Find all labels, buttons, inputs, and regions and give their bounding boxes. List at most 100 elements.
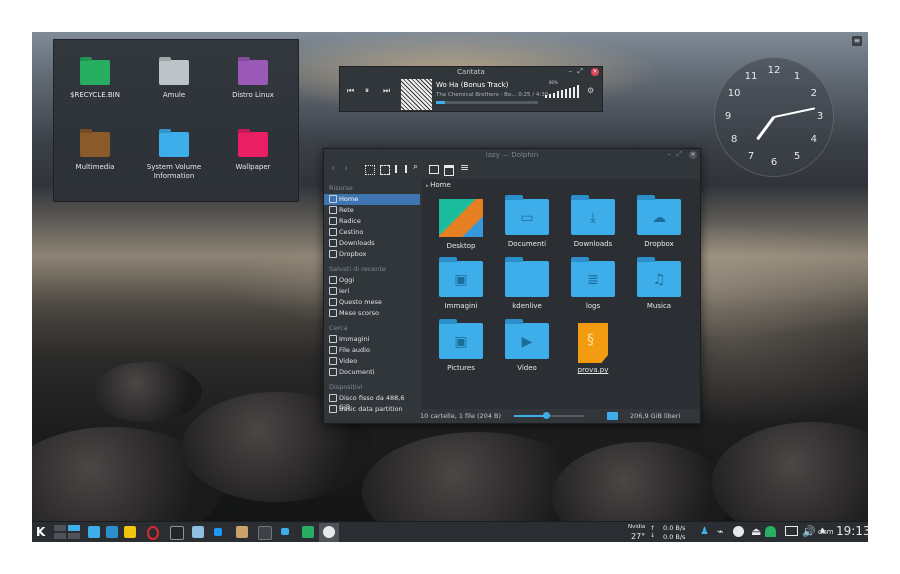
place-icon	[329, 335, 337, 343]
desktop-folder[interactable]: Multimedia	[55, 122, 135, 172]
places-item[interactable]: Disco fisso da 488,6 GiB	[324, 393, 420, 411]
active-task-highlight[interactable]	[319, 523, 339, 542]
chat-icon[interactable]	[214, 528, 222, 536]
places-item[interactable]: Documenti	[324, 367, 420, 378]
user-icon[interactable]: ♟	[700, 526, 709, 537]
next-button[interactable]: ⏭	[383, 86, 390, 96]
pager-desktop[interactable]	[54, 533, 66, 539]
places-item[interactable]: Mese scorso	[324, 308, 420, 319]
maximize-icon[interactable]: ⤢	[577, 67, 583, 76]
desktop-folder[interactable]: Amule	[134, 50, 214, 100]
pause-button[interactable]: ⏸	[365, 86, 369, 96]
places-item[interactable]: Immagini	[324, 334, 420, 345]
places-item-label: Video	[339, 357, 358, 365]
places-item[interactable]: Radice	[324, 216, 420, 227]
hour-hand	[756, 116, 776, 141]
minimize-icon[interactable]: –	[569, 67, 573, 75]
places-item-label: Cestino	[339, 228, 364, 236]
desktop-folder[interactable]: System Volume Information	[134, 122, 214, 181]
pager-desktop[interactable]	[54, 525, 66, 531]
archive-icon[interactable]	[236, 526, 248, 538]
opera-icon[interactable]	[147, 526, 159, 540]
breadcrumb[interactable]: ▸ Home	[426, 181, 451, 189]
file-item[interactable]: ☁ Dropbox	[626, 195, 692, 248]
media-controls-icon[interactable]	[733, 526, 744, 537]
media-player-icon[interactable]	[323, 526, 335, 538]
places-item[interactable]: Questo mese	[324, 297, 420, 308]
zoom-slider-handle[interactable]	[542, 412, 550, 419]
media-player-window: Cantata – ⤢ × ⏮ ⏸ ⏭ Wo Ha (Bonus Track) …	[339, 66, 603, 112]
place-icon	[329, 228, 337, 236]
maximize-icon[interactable]: ⤢	[676, 150, 682, 159]
places-item-label: File audio	[339, 346, 370, 354]
search-icon[interactable]: ⌕	[413, 162, 418, 172]
details-view-icon[interactable]	[395, 165, 407, 173]
place-icon	[329, 239, 337, 247]
forward-icon[interactable]: ›	[344, 163, 348, 174]
zoom-slider[interactable]	[514, 412, 584, 419]
settings-icon[interactable]: ⚙	[587, 86, 594, 95]
desktop-menu-button[interactable]: ≡	[852, 36, 862, 46]
places-item[interactable]: Video	[324, 356, 420, 367]
places-item[interactable]: Dropbox	[324, 249, 420, 260]
places-item-label: Ieri	[339, 287, 350, 295]
desktop-folder[interactable]: Distro Linux	[213, 50, 293, 100]
editor-icon[interactable]	[258, 526, 272, 540]
photo-icon[interactable]	[302, 526, 314, 538]
file-item[interactable]: ▣ Immagini	[428, 257, 494, 310]
screenshot-icon[interactable]	[281, 528, 289, 535]
minimize-icon[interactable]: –	[668, 150, 672, 158]
clock-number: 2	[810, 88, 818, 99]
places-item[interactable]: Rete	[324, 205, 420, 216]
file-item[interactable]: ♫ Musica	[626, 257, 692, 310]
image-viewer-icon[interactable]	[124, 526, 136, 538]
clipboard-icon[interactable]: ⌁	[717, 525, 724, 538]
back-icon[interactable]: ‹	[331, 163, 335, 174]
file-item[interactable]: ≣ logs	[560, 257, 626, 310]
file-item[interactable]: § prova.py	[560, 323, 626, 374]
file-item[interactable]: ▭ Documenti	[494, 195, 560, 248]
zoom-slider-fill	[514, 412, 550, 419]
devices-icon[interactable]: ⏏	[751, 525, 761, 538]
net-arrows-icon: ↑ ↓	[650, 525, 656, 539]
split-view-icon[interactable]	[444, 165, 454, 176]
previous-button[interactable]: ⏮	[347, 86, 354, 96]
file-manager-icon[interactable]	[88, 526, 100, 538]
places-item[interactable]: Cestino	[324, 227, 420, 238]
window-title: lazy — Dolphin	[485, 151, 539, 159]
dolphin-icon[interactable]	[106, 526, 118, 538]
menu-icon[interactable]: ≡	[460, 161, 469, 174]
messenger-icon[interactable]	[765, 526, 776, 537]
folder-icon	[80, 60, 110, 85]
file-item[interactable]: ▶ Video	[494, 319, 560, 372]
places-item[interactable]: Downloads	[324, 238, 420, 249]
mail-icon[interactable]	[192, 526, 204, 538]
preview-icon[interactable]	[429, 165, 439, 174]
places-item[interactable]: Ieri	[324, 286, 420, 297]
display-icon[interactable]	[785, 526, 798, 536]
terminal-icon[interactable]	[170, 526, 184, 540]
compact-view-icon[interactable]	[380, 165, 390, 175]
file-item[interactable]: kdenlive	[494, 257, 560, 310]
desktop-folder[interactable]: $RECYCLE.BIN	[55, 50, 135, 100]
kde-menu-icon[interactable]: K	[36, 525, 45, 539]
file-item[interactable]: Desktop	[428, 199, 494, 250]
close-icon[interactable]: ×	[689, 151, 697, 159]
volume-icon[interactable]: 🔊	[802, 525, 816, 538]
icons-view-icon[interactable]	[365, 165, 375, 175]
pager-desktop[interactable]	[68, 533, 80, 539]
pager-desktop[interactable]	[68, 525, 80, 531]
clock-time[interactable]: 19:13	[836, 524, 868, 538]
places-item[interactable]: Home	[324, 194, 420, 205]
pager[interactable]	[54, 525, 80, 539]
close-icon[interactable]: ×	[591, 68, 599, 76]
volume-meter[interactable]	[545, 84, 583, 98]
desktop-folder[interactable]: Wallpaper	[213, 122, 293, 172]
file-item[interactable]: ▣ Pictures	[428, 319, 494, 372]
file-item[interactable]: ⤓ Downloads	[560, 195, 626, 248]
places-item[interactable]: File audio	[324, 345, 420, 356]
file-label: Downloads	[573, 240, 613, 248]
place-icon	[329, 287, 337, 295]
track-progress-bar[interactable]	[436, 101, 538, 104]
places-item[interactable]: Oggi	[324, 275, 420, 286]
